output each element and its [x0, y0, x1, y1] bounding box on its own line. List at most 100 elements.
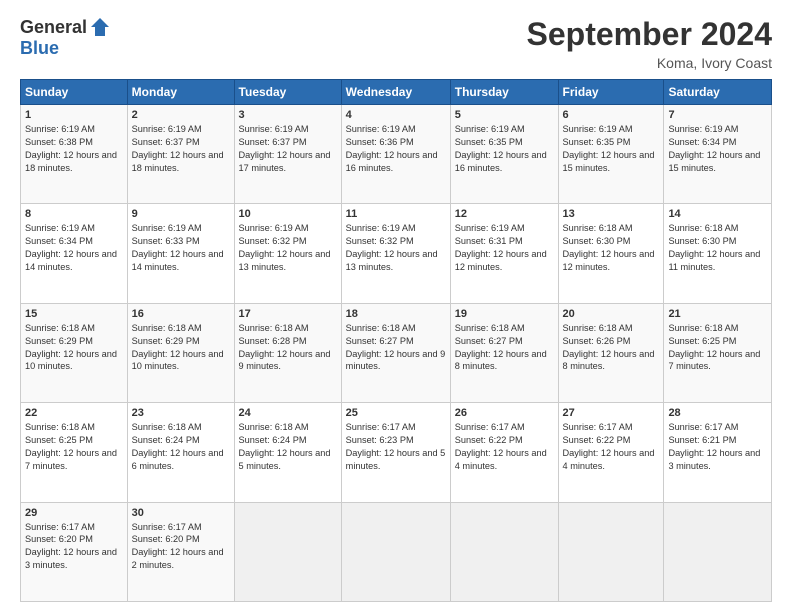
day-number: 11 [346, 208, 446, 220]
day-number: 26 [455, 407, 554, 419]
table-row: 11 Sunrise: 6:19 AM Sunset: 6:32 PM Dayl… [341, 204, 450, 303]
table-row: 24 Sunrise: 6:18 AM Sunset: 6:24 PM Dayl… [234, 403, 341, 502]
title-block: September 2024 Koma, Ivory Coast [527, 16, 772, 71]
sunrise-text: Sunrise: 6:18 AM [668, 323, 738, 333]
table-row [450, 502, 558, 601]
sunset-text: Sunset: 6:22 PM [563, 435, 631, 445]
daylight-text: Daylight: 12 hours and 15 minutes. [563, 150, 655, 173]
calendar-row: 29 Sunrise: 6:17 AM Sunset: 6:20 PM Dayl… [21, 502, 772, 601]
cell-content: Sunrise: 6:18 AM Sunset: 6:29 PM Dayligh… [25, 322, 123, 374]
table-row: 8 Sunrise: 6:19 AM Sunset: 6:34 PM Dayli… [21, 204, 128, 303]
cell-content: Sunrise: 6:19 AM Sunset: 6:38 PM Dayligh… [25, 123, 123, 175]
table-row: 1 Sunrise: 6:19 AM Sunset: 6:38 PM Dayli… [21, 105, 128, 204]
sunset-text: Sunset: 6:24 PM [132, 435, 200, 445]
sunrise-text: Sunrise: 6:19 AM [132, 124, 202, 134]
table-row [558, 502, 664, 601]
day-number: 24 [239, 407, 337, 419]
day-number: 12 [455, 208, 554, 220]
sunrise-text: Sunrise: 6:18 AM [668, 223, 738, 233]
daylight-text: Daylight: 12 hours and 16 minutes. [346, 150, 438, 173]
day-number: 18 [346, 308, 446, 320]
cell-content: Sunrise: 6:19 AM Sunset: 6:34 PM Dayligh… [25, 222, 123, 274]
day-number: 6 [563, 109, 660, 121]
cell-content: Sunrise: 6:19 AM Sunset: 6:35 PM Dayligh… [563, 123, 660, 175]
sunset-text: Sunset: 6:37 PM [239, 137, 307, 147]
sunset-text: Sunset: 6:32 PM [239, 236, 307, 246]
cell-content: Sunrise: 6:18 AM Sunset: 6:27 PM Dayligh… [455, 322, 554, 374]
sunset-text: Sunset: 6:30 PM [668, 236, 736, 246]
sunset-text: Sunset: 6:22 PM [455, 435, 523, 445]
sunrise-text: Sunrise: 6:19 AM [668, 124, 738, 134]
day-number: 4 [346, 109, 446, 121]
daylight-text: Daylight: 12 hours and 13 minutes. [239, 249, 331, 272]
table-row: 18 Sunrise: 6:18 AM Sunset: 6:27 PM Dayl… [341, 303, 450, 402]
cell-content: Sunrise: 6:17 AM Sunset: 6:22 PM Dayligh… [455, 421, 554, 473]
sunset-text: Sunset: 6:35 PM [563, 137, 631, 147]
sunset-text: Sunset: 6:34 PM [668, 137, 736, 147]
day-number: 17 [239, 308, 337, 320]
sunset-text: Sunset: 6:20 PM [132, 534, 200, 544]
sunrise-text: Sunrise: 6:18 AM [346, 323, 416, 333]
table-row: 27 Sunrise: 6:17 AM Sunset: 6:22 PM Dayl… [558, 403, 664, 502]
day-number: 15 [25, 308, 123, 320]
daylight-text: Daylight: 12 hours and 5 minutes. [239, 448, 331, 471]
table-row: 26 Sunrise: 6:17 AM Sunset: 6:22 PM Dayl… [450, 403, 558, 502]
cell-content: Sunrise: 6:19 AM Sunset: 6:37 PM Dayligh… [132, 123, 230, 175]
daylight-text: Daylight: 12 hours and 12 minutes. [563, 249, 655, 272]
table-row: 15 Sunrise: 6:18 AM Sunset: 6:29 PM Dayl… [21, 303, 128, 402]
daylight-text: Daylight: 12 hours and 4 minutes. [563, 448, 655, 471]
sunrise-text: Sunrise: 6:17 AM [563, 422, 633, 432]
cell-content: Sunrise: 6:18 AM Sunset: 6:29 PM Dayligh… [132, 322, 230, 374]
sunrise-text: Sunrise: 6:17 AM [455, 422, 525, 432]
daylight-text: Daylight: 12 hours and 8 minutes. [455, 349, 547, 372]
cell-content: Sunrise: 6:19 AM Sunset: 6:34 PM Dayligh… [668, 123, 767, 175]
table-row: 28 Sunrise: 6:17 AM Sunset: 6:21 PM Dayl… [664, 403, 772, 502]
sunrise-text: Sunrise: 6:18 AM [563, 323, 633, 333]
sunset-text: Sunset: 6:37 PM [132, 137, 200, 147]
cell-content: Sunrise: 6:18 AM Sunset: 6:30 PM Dayligh… [563, 222, 660, 274]
cell-content: Sunrise: 6:17 AM Sunset: 6:20 PM Dayligh… [132, 521, 230, 573]
sunrise-text: Sunrise: 6:18 AM [239, 422, 309, 432]
sunrise-text: Sunrise: 6:19 AM [25, 223, 95, 233]
daylight-text: Daylight: 12 hours and 16 minutes. [455, 150, 547, 173]
day-number: 19 [455, 308, 554, 320]
table-row: 7 Sunrise: 6:19 AM Sunset: 6:34 PM Dayli… [664, 105, 772, 204]
sunrise-text: Sunrise: 6:17 AM [132, 522, 202, 532]
daylight-text: Daylight: 12 hours and 10 minutes. [132, 349, 224, 372]
day-number: 29 [25, 507, 123, 519]
daylight-text: Daylight: 12 hours and 6 minutes. [132, 448, 224, 471]
daylight-text: Daylight: 12 hours and 5 minutes. [346, 448, 446, 471]
calendar-row: 8 Sunrise: 6:19 AM Sunset: 6:34 PM Dayli… [21, 204, 772, 303]
col-saturday: Saturday [664, 80, 772, 105]
table-row: 30 Sunrise: 6:17 AM Sunset: 6:20 PM Dayl… [127, 502, 234, 601]
day-number: 5 [455, 109, 554, 121]
table-row: 6 Sunrise: 6:19 AM Sunset: 6:35 PM Dayli… [558, 105, 664, 204]
sunrise-text: Sunrise: 6:19 AM [455, 124, 525, 134]
calendar-row: 22 Sunrise: 6:18 AM Sunset: 6:25 PM Dayl… [21, 403, 772, 502]
sunset-text: Sunset: 6:38 PM [25, 137, 93, 147]
location: Koma, Ivory Coast [527, 55, 772, 71]
day-number: 23 [132, 407, 230, 419]
day-number: 22 [25, 407, 123, 419]
cell-content: Sunrise: 6:19 AM Sunset: 6:33 PM Dayligh… [132, 222, 230, 274]
cell-content: Sunrise: 6:17 AM Sunset: 6:20 PM Dayligh… [25, 521, 123, 573]
table-row: 16 Sunrise: 6:18 AM Sunset: 6:29 PM Dayl… [127, 303, 234, 402]
sunset-text: Sunset: 6:29 PM [132, 336, 200, 346]
day-number: 16 [132, 308, 230, 320]
table-row: 17 Sunrise: 6:18 AM Sunset: 6:28 PM Dayl… [234, 303, 341, 402]
daylight-text: Daylight: 12 hours and 7 minutes. [25, 448, 117, 471]
calendar-table: Sunday Monday Tuesday Wednesday Thursday… [20, 79, 772, 602]
table-row: 5 Sunrise: 6:19 AM Sunset: 6:35 PM Dayli… [450, 105, 558, 204]
day-number: 7 [668, 109, 767, 121]
sunset-text: Sunset: 6:26 PM [563, 336, 631, 346]
cell-content: Sunrise: 6:18 AM Sunset: 6:24 PM Dayligh… [239, 421, 337, 473]
cell-content: Sunrise: 6:19 AM Sunset: 6:31 PM Dayligh… [455, 222, 554, 274]
col-monday: Monday [127, 80, 234, 105]
daylight-text: Daylight: 12 hours and 3 minutes. [668, 448, 760, 471]
day-number: 25 [346, 407, 446, 419]
sunset-text: Sunset: 6:20 PM [25, 534, 93, 544]
cell-content: Sunrise: 6:18 AM Sunset: 6:28 PM Dayligh… [239, 322, 337, 374]
daylight-text: Daylight: 12 hours and 9 minutes. [239, 349, 331, 372]
sunset-text: Sunset: 6:28 PM [239, 336, 307, 346]
daylight-text: Daylight: 12 hours and 13 minutes. [346, 249, 438, 272]
